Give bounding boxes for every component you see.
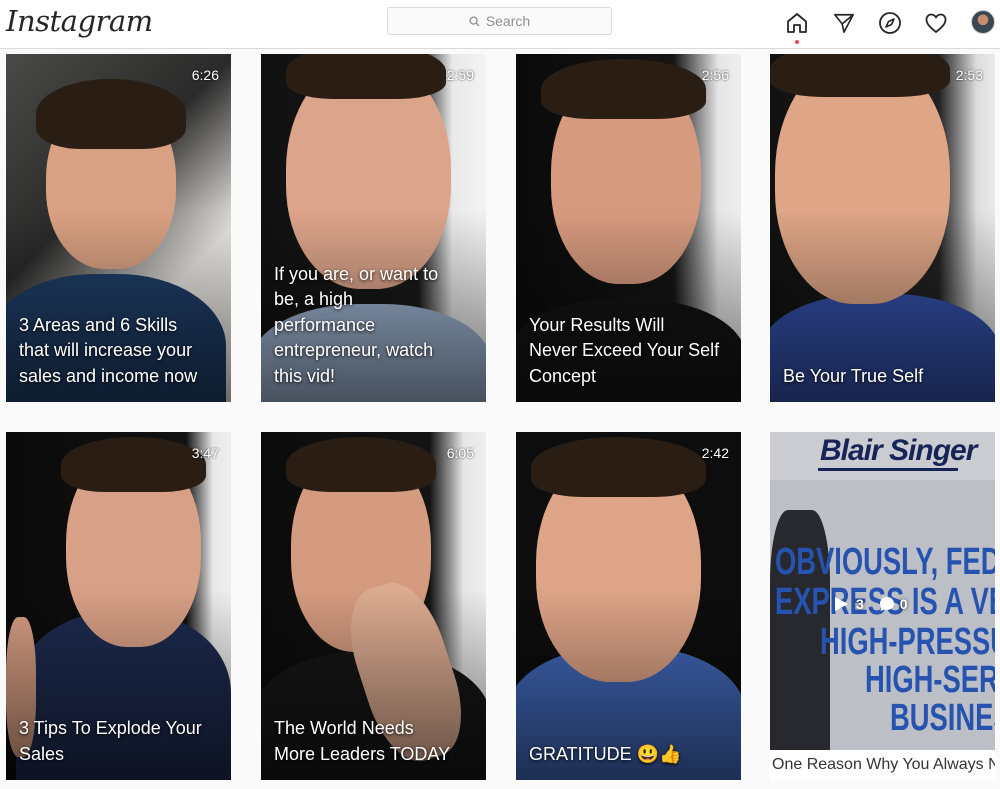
- post-caption: Be Your True Self: [783, 365, 924, 386]
- post-tile[interactable]: 2:59 If you are, or want to be, a high p…: [261, 54, 486, 402]
- post-tile[interactable]: 6:05 The World Needs More Leaders TODAY: [261, 432, 486, 780]
- search-input[interactable]: Search: [387, 7, 612, 35]
- comment-icon: [879, 597, 894, 611]
- video-duration: 2:53: [955, 67, 983, 83]
- top-nav-bar: Instagram Search: [0, 0, 1000, 49]
- post-tile[interactable]: 2:56 Your Results Will Never Exceed Your…: [516, 54, 741, 402]
- home-icon[interactable]: [784, 10, 810, 36]
- view-count: 3: [856, 596, 864, 612]
- post-tile[interactable]: 3:47 3 Tips To Explode Your Sales: [6, 432, 231, 780]
- post-caption: 3 Tips To Explode Your Sales: [19, 718, 202, 764]
- post-tile[interactable]: 2:42 GRATITUDE 😃👍: [516, 432, 741, 780]
- home-active-dot: [795, 40, 799, 44]
- video-duration: 6:05: [446, 445, 474, 461]
- post-caption: If you are, or want to be, a high perfor…: [274, 263, 439, 386]
- post-caption: GRATITUDE 😃👍: [529, 743, 682, 764]
- post-caption: Your Results Will Never Exceed Your Self…: [529, 314, 720, 386]
- search-icon: [469, 15, 480, 27]
- video-duration: 3:47: [191, 445, 219, 461]
- play-icon: [835, 597, 848, 611]
- direct-icon[interactable]: [831, 10, 857, 36]
- video-duration: 6:26: [191, 67, 219, 83]
- search-placeholder: Search: [485, 13, 531, 29]
- post-tile[interactable]: 2:53 Be Your True Self: [770, 54, 995, 402]
- profile-avatar[interactable]: [971, 10, 995, 34]
- post-stats: 3 0: [832, 595, 922, 613]
- instagram-logo[interactable]: Instagram: [6, 4, 153, 38]
- post-tile[interactable]: 6:26 3 Areas and 6 Skills that will incr…: [6, 54, 231, 402]
- explore-icon[interactable]: [877, 10, 903, 36]
- video-duration: 2:56: [701, 67, 729, 83]
- slide-bottom-text: One Reason Why You Always N: [770, 750, 995, 780]
- video-duration: 2:59: [446, 67, 474, 83]
- activity-icon[interactable]: [923, 10, 949, 36]
- comment-count: 0: [899, 596, 908, 612]
- video-duration: 2:42: [701, 445, 729, 461]
- post-tile-hovered[interactable]: Blair Singer OBVIOUSLY, FEDE EXPRESS IS …: [770, 432, 995, 780]
- post-caption: The World Needs More Leaders TODAY: [274, 718, 451, 764]
- post-caption: 3 Areas and 6 Skills that will increase …: [19, 314, 198, 386]
